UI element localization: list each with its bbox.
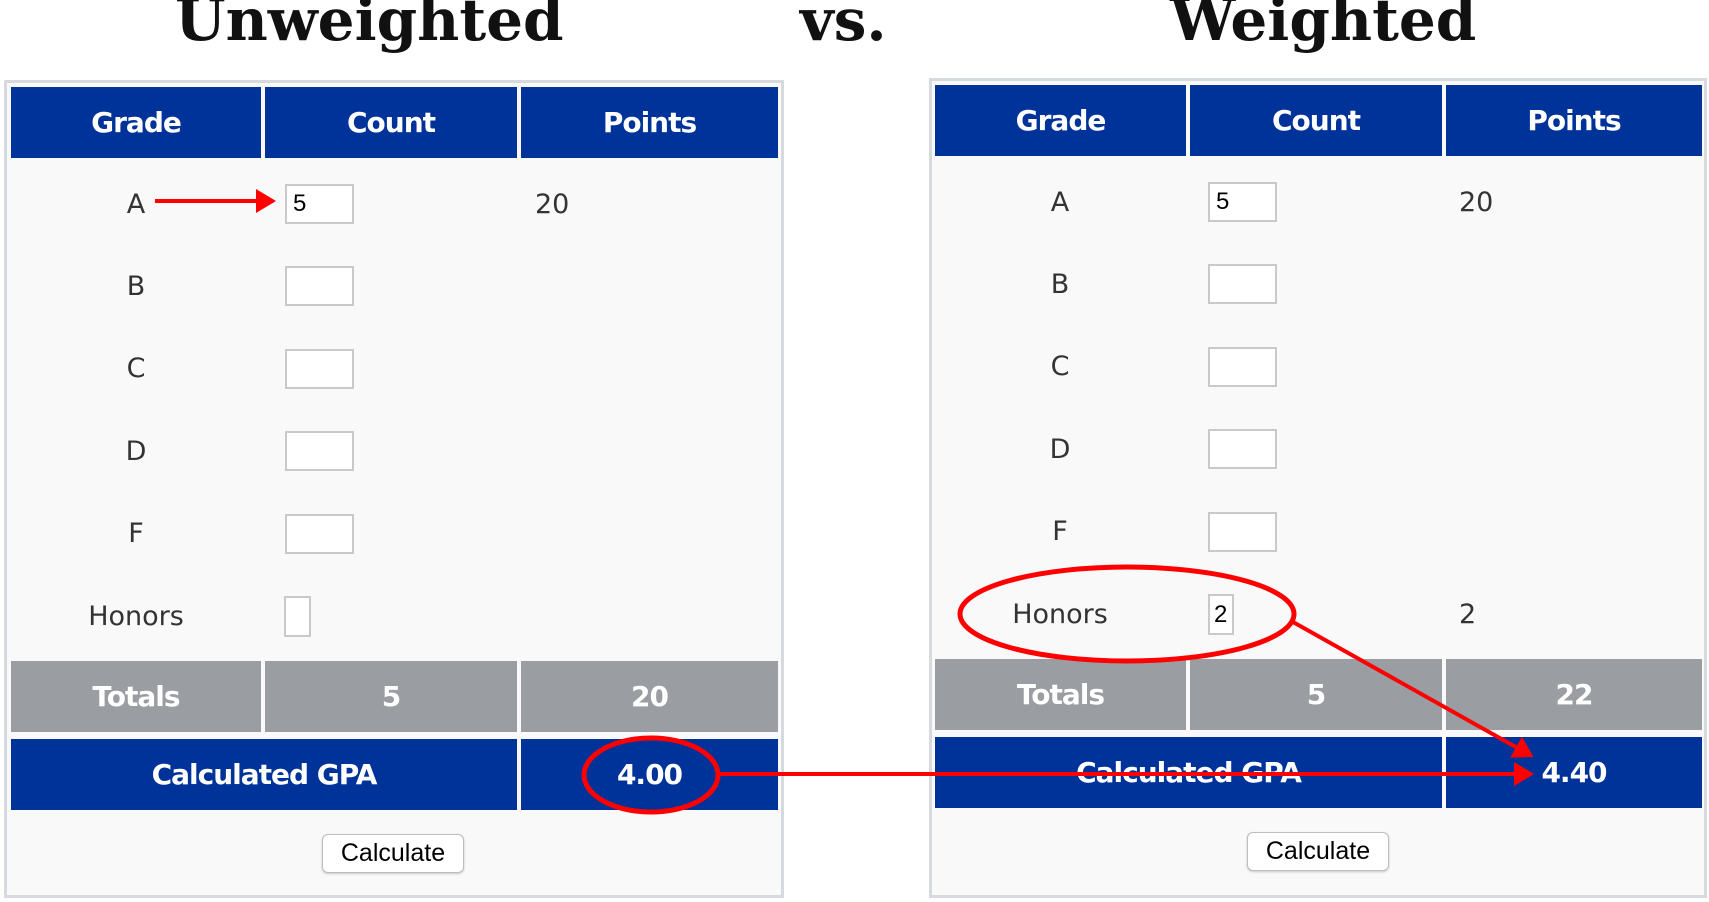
title-unweighted: Unweighted [175,0,564,54]
header-points: Points [521,87,778,158]
gpa-label: Calculated GPA [11,739,517,810]
grade-label-d: D [1049,434,1071,465]
calculate-button[interactable]: Calculate [322,834,464,873]
grade-label-honors: Honors [88,601,184,632]
gpa-value: 4.40 [1446,737,1702,808]
count-input-a[interactable]: 5 [1208,182,1277,222]
title-vs: vs. [800,0,887,54]
points-value-a: 20 [1459,187,1494,218]
header-count: Count [1190,85,1442,156]
points-value-a: 20 [535,189,570,220]
count-input-honors[interactable]: 2 [1208,594,1234,635]
grade-label-f: F [128,518,144,549]
grade-label-b: B [126,271,146,302]
count-input-d[interactable] [285,431,354,471]
totals-points: 22 [1446,659,1702,730]
grade-label-a: A [1050,187,1070,218]
grade-label-c: C [126,353,146,384]
header-grade: Grade [11,87,261,158]
totals-label: Totals [11,661,261,732]
count-input-c[interactable] [285,349,354,389]
grade-label-f: F [1052,516,1068,547]
count-input-f[interactable] [285,514,354,554]
count-input-honors[interactable] [284,596,311,637]
header-points: Points [1446,85,1702,156]
totals-count: 5 [265,661,517,732]
gpa-label: Calculated GPA [935,737,1442,808]
grade-label-honors: Honors [1012,599,1108,630]
count-input-b[interactable] [1208,264,1277,304]
totals-label: Totals [935,659,1186,730]
totals-points: 20 [521,661,778,732]
grade-label-d: D [125,436,147,467]
calculate-button[interactable]: Calculate [1247,832,1389,871]
header-count: Count [265,87,517,158]
count-input-f[interactable] [1208,512,1277,552]
count-input-a[interactable]: 5 [285,184,354,224]
gpa-value: 4.00 [521,739,778,810]
header-grade: Grade [935,85,1186,156]
title-weighted: Weighted [1170,0,1477,54]
grade-label-a: A [126,189,146,220]
totals-count: 5 [1190,659,1442,730]
points-value-honors: 2 [1459,599,1477,630]
count-input-b[interactable] [285,266,354,306]
grade-label-c: C [1050,351,1070,382]
count-input-c[interactable] [1208,347,1277,387]
count-input-d[interactable] [1208,429,1277,469]
grade-label-b: B [1050,269,1070,300]
